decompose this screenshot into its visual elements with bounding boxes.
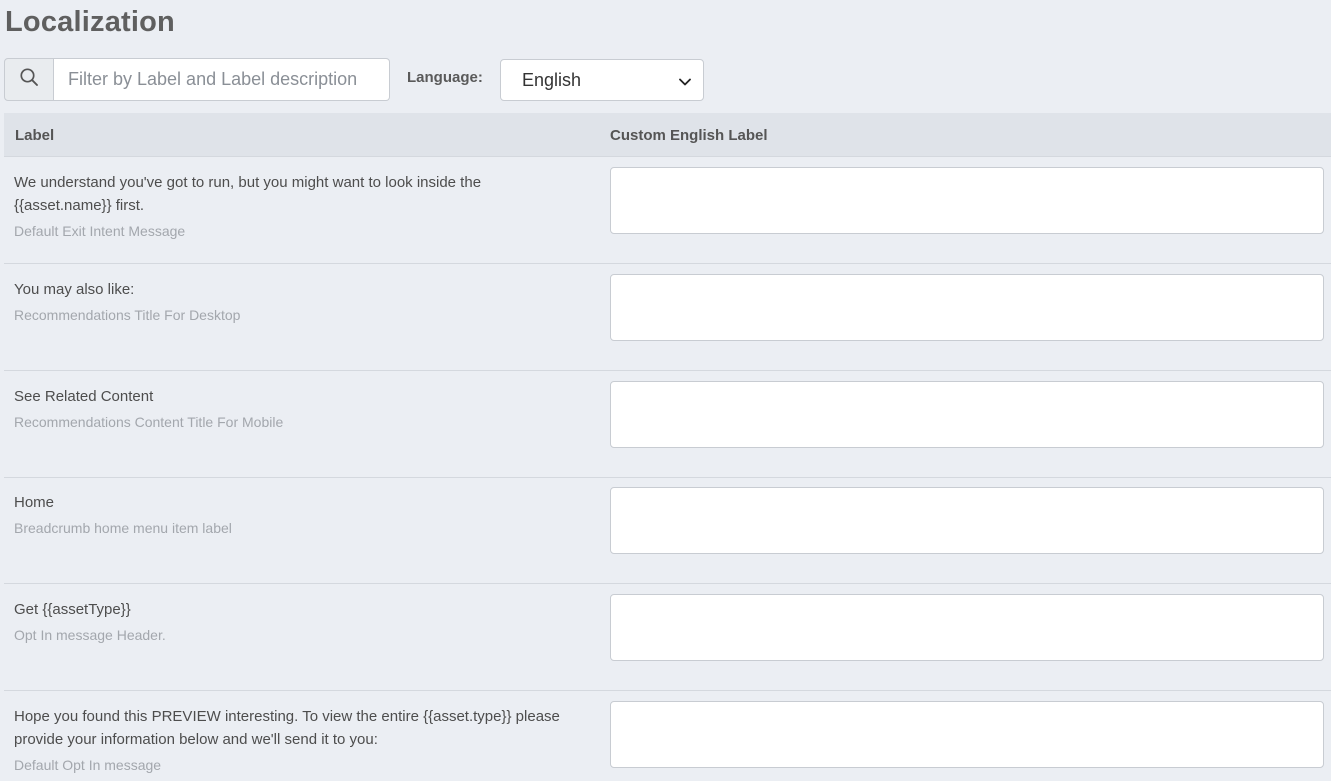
table-row: Get {{assetType}} Opt In message Header. (4, 584, 1331, 691)
custom-label-input[interactable] (610, 701, 1324, 768)
table-header: Label Custom English Label (4, 113, 1331, 157)
row-label: Home (14, 494, 55, 511)
language-selected-value: English (522, 69, 582, 90)
custom-label-input[interactable] (610, 594, 1324, 661)
row-label: Get {{assetType}} (14, 601, 131, 618)
row-description: Breadcrumb home menu item label (14, 520, 232, 536)
table-row: We understand you've got to run, but you… (4, 157, 1331, 264)
chevron-down-icon (679, 70, 691, 91)
row-description: Opt In message Header. (14, 627, 166, 643)
custom-label-input[interactable] (610, 487, 1324, 554)
column-header-custom-label: Custom English Label (610, 127, 768, 144)
row-label: You may also like: (14, 281, 135, 298)
table-row: You may also like: Recommendations Title… (4, 264, 1331, 371)
page-title: Localization (5, 6, 175, 38)
row-description: Default Exit Intent Message (14, 223, 186, 239)
row-description: Recommendations Title For Desktop (14, 307, 241, 323)
row-label: Hope you found this PREVIEW interesting.… (14, 708, 560, 748)
row-description: Default Opt In message (14, 757, 162, 773)
table-row: Hope you found this PREVIEW interesting.… (4, 691, 1331, 781)
custom-label-input[interactable] (610, 167, 1324, 234)
column-header-label: Label (15, 127, 55, 144)
localization-page: Localization Language: English Label Cus… (0, 0, 1331, 781)
table-row: See Related Content Recommendations Cont… (4, 371, 1331, 478)
custom-label-input[interactable] (610, 274, 1324, 341)
row-label: We understand you've got to run, but you… (14, 174, 482, 214)
search-icon (19, 67, 39, 92)
row-description: Recommendations Content Title For Mobile (14, 414, 284, 430)
table-row: Home Breadcrumb home menu item label (4, 477, 1331, 584)
filter-input[interactable] (54, 58, 390, 101)
language-select[interactable]: English (500, 59, 704, 101)
row-label: See Related Content (14, 388, 154, 405)
search-addon[interactable] (4, 58, 54, 101)
custom-label-input[interactable] (610, 381, 1324, 448)
filter-bar (4, 58, 390, 101)
language-label: Language: (407, 69, 483, 86)
